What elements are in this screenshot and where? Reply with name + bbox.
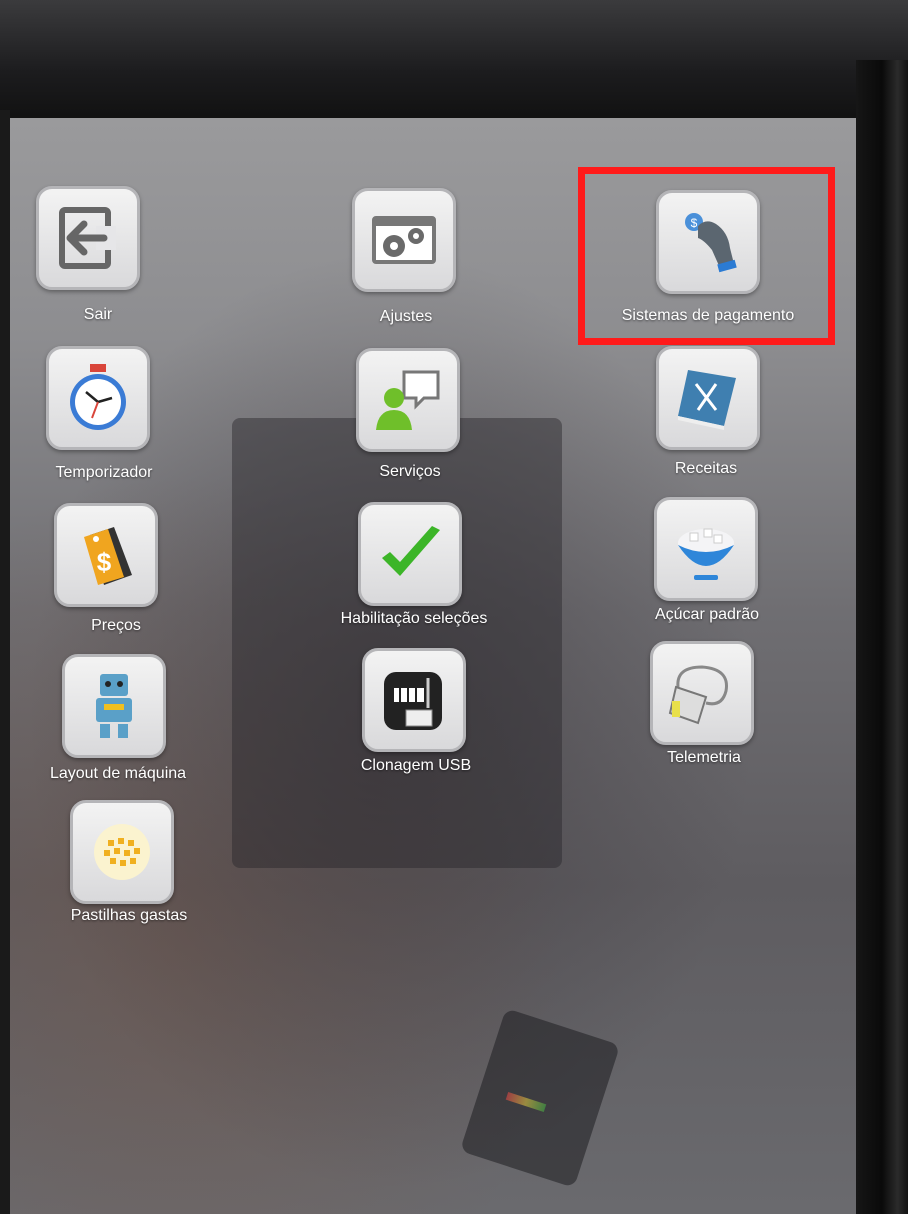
usb-machine-icon bbox=[384, 672, 442, 730]
label-receitas: Receitas bbox=[674, 460, 738, 477]
menu-item-ajustes[interactable] bbox=[352, 188, 456, 292]
menu-item-servicos[interactable] bbox=[356, 348, 460, 452]
svg-text:$: $ bbox=[97, 547, 112, 577]
label-telemetria: Telemetria bbox=[667, 749, 741, 766]
telemetry-cable-icon bbox=[668, 665, 728, 725]
robot-icon bbox=[96, 674, 132, 738]
price-tag-icon: $ bbox=[84, 527, 132, 585]
menu-item-pastilhas-gastas[interactable] bbox=[70, 800, 174, 904]
card-terminal-reflection bbox=[459, 1008, 621, 1188]
label-ajustes: Ajustes bbox=[379, 308, 433, 325]
menu-item-clonagem-usb[interactable] bbox=[362, 648, 466, 752]
highlight-box bbox=[578, 167, 835, 345]
menu-item-acucar-padrao[interactable] bbox=[654, 497, 758, 601]
label-acucar-padrao: Açúcar padrão bbox=[654, 606, 760, 623]
tablets-icon bbox=[94, 824, 150, 880]
screen-reflection bbox=[232, 418, 562, 868]
label-temporizador: Temporizador bbox=[55, 464, 153, 481]
stopwatch-icon bbox=[70, 364, 126, 430]
label-habilitacao-selecoes: Habilitação seleções bbox=[340, 610, 488, 627]
settings-gears-icon bbox=[372, 216, 436, 264]
label-sair: Sair bbox=[83, 306, 113, 323]
menu-item-temporizador[interactable] bbox=[46, 346, 150, 450]
menu-item-habilitacao-selecoes[interactable] bbox=[358, 502, 462, 606]
label-clonagem-usb: Clonagem USB bbox=[360, 757, 472, 774]
label-servicos: Serviços bbox=[379, 463, 441, 480]
device-bezel-top bbox=[0, 0, 908, 120]
device-bezel-left bbox=[0, 110, 10, 1214]
sugar-bowl-icon bbox=[678, 528, 734, 580]
menu-item-precos[interactable]: $ bbox=[54, 503, 158, 607]
recipe-book-icon bbox=[678, 370, 736, 430]
device-bezel-right bbox=[856, 60, 908, 1214]
menu-item-receitas[interactable] bbox=[656, 346, 760, 450]
menu-item-layout-de-maquina[interactable] bbox=[62, 654, 166, 758]
menu-item-sair[interactable] bbox=[36, 186, 140, 290]
label-layout-de-maquina: Layout de máquina bbox=[49, 765, 187, 782]
person-chat-icon bbox=[376, 370, 440, 430]
label-pastilhas-gastas: Pastilhas gastas bbox=[70, 907, 188, 924]
checkmark-icon bbox=[382, 526, 440, 576]
label-precos: Preços bbox=[91, 617, 141, 634]
exit-icon bbox=[59, 207, 116, 269]
menu-item-telemetria[interactable] bbox=[650, 641, 754, 745]
